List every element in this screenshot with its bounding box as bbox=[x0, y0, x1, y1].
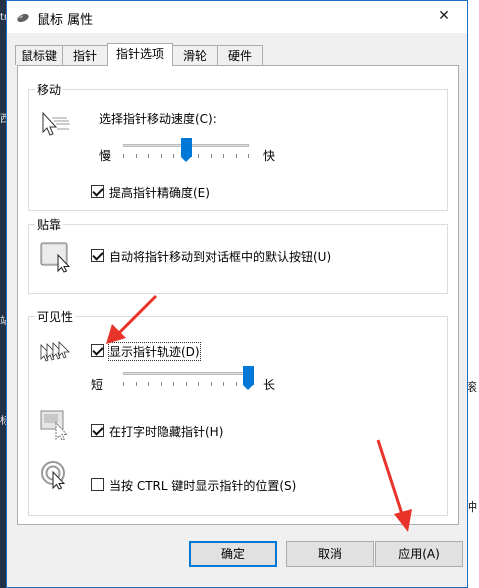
pointer-speed-thumb[interactable] bbox=[181, 138, 192, 162]
slider-tick bbox=[236, 154, 237, 158]
short-label: 短 bbox=[91, 378, 104, 392]
slider-tick bbox=[236, 382, 237, 386]
hide-while-typing-label[interactable]: 在打字时隐藏指针(H) bbox=[109, 423, 223, 440]
slider-tick bbox=[248, 154, 249, 158]
motion-group-title: 移动 bbox=[35, 81, 64, 98]
ok-button[interactable]: 确定 bbox=[189, 541, 277, 567]
slider-tick bbox=[198, 154, 199, 158]
title-bar[interactable]: 鼠标 属性 ✕ bbox=[7, 1, 467, 33]
slider-tick bbox=[173, 382, 174, 386]
apply-button[interactable]: 应用(A) bbox=[375, 541, 463, 567]
long-label: 长 bbox=[263, 378, 276, 392]
slider-tick bbox=[148, 154, 149, 158]
snap-to-group-title: 贴靠 bbox=[35, 216, 64, 233]
tab-wheel[interactable]: 滑轮 bbox=[172, 45, 218, 65]
snap-to-default-checkbox[interactable] bbox=[91, 249, 104, 262]
slider-tick bbox=[223, 154, 224, 158]
mouse-icon bbox=[17, 13, 29, 23]
show-location-ctrl-checkbox[interactable] bbox=[91, 478, 104, 491]
slider-tick bbox=[223, 382, 224, 386]
slider-tick bbox=[161, 382, 162, 386]
enhance-precision-checkbox[interactable] bbox=[91, 185, 104, 198]
slider-tick bbox=[136, 382, 137, 386]
fast-label: 快 bbox=[263, 149, 276, 163]
slider-tick bbox=[211, 154, 212, 158]
slider-tick bbox=[123, 382, 124, 386]
tab-panel-pointer-options: 移动 选择指针移动速度(C): 慢 快 提高指针精确度(E) 贴靠 自动将指针移… bbox=[17, 65, 459, 525]
hide-while-typing-icon bbox=[40, 410, 69, 441]
pointer-speed-label: 选择指针移动速度(C): bbox=[99, 112, 217, 126]
close-button[interactable]: ✕ bbox=[421, 1, 467, 33]
slow-label: 慢 bbox=[99, 149, 112, 163]
pointer-speed-slider[interactable] bbox=[123, 138, 249, 168]
snap-to-default-label[interactable]: 自动将指针移动到对话框中的默认按钮(U) bbox=[109, 248, 331, 265]
slider-tick bbox=[123, 154, 124, 158]
slider-tick bbox=[161, 154, 162, 158]
slider-tick bbox=[198, 382, 199, 386]
tab-buttons[interactable]: 鼠标键 bbox=[15, 45, 63, 65]
slider-tick bbox=[136, 154, 137, 158]
slider-tick bbox=[173, 154, 174, 158]
cancel-button[interactable]: 取消 bbox=[286, 541, 374, 567]
hide-while-typing-checkbox[interactable] bbox=[91, 424, 104, 437]
tab-pointers[interactable]: 指针 bbox=[62, 45, 108, 65]
pointer-trails-slider[interactable] bbox=[123, 366, 254, 396]
pointer-speed-icon bbox=[42, 111, 70, 136]
motion-group: 移动 选择指针移动速度(C): 慢 快 提高指针精确度(E) bbox=[28, 81, 448, 211]
window-title: 鼠标 属性 bbox=[37, 13, 94, 28]
tab-pointer-options[interactable]: 指针选项 bbox=[107, 43, 173, 66]
show-location-icon bbox=[41, 461, 66, 490]
enhance-precision-label[interactable]: 提高指针精确度(E) bbox=[109, 184, 210, 201]
slider-tick bbox=[148, 382, 149, 386]
snap-to-icon bbox=[40, 242, 71, 273]
visibility-group-title: 可见性 bbox=[35, 308, 76, 325]
pointer-trails-track bbox=[123, 372, 249, 375]
slider-tick bbox=[186, 382, 187, 386]
snap-to-group: 贴靠 自动将指针移动到对话框中的默认按钮(U) bbox=[28, 216, 448, 294]
mouse-properties-dialog: 鼠标 属性 ✕ 鼠标键 指针 指针选项 滑轮 硬件 移动 选择指针移动速度(C)… bbox=[6, 0, 468, 588]
pointer-trails-checkbox[interactable] bbox=[91, 344, 104, 357]
show-location-ctrl-label[interactable]: 当按 CTRL 键时显示指针的位置(S) bbox=[109, 477, 296, 494]
tab-hardware[interactable]: 硬件 bbox=[217, 45, 263, 65]
pointer-trails-icon bbox=[40, 341, 70, 362]
pointer-trails-label[interactable]: 显示指针轨迹(D) bbox=[108, 342, 201, 361]
pointer-trails-thumb[interactable] bbox=[243, 366, 254, 390]
slider-tick bbox=[211, 382, 212, 386]
visibility-group: 可见性 显示指针轨迹(D) 短 长 在打字时隐藏指针(H) 当按 CTRL 键时… bbox=[28, 308, 448, 516]
